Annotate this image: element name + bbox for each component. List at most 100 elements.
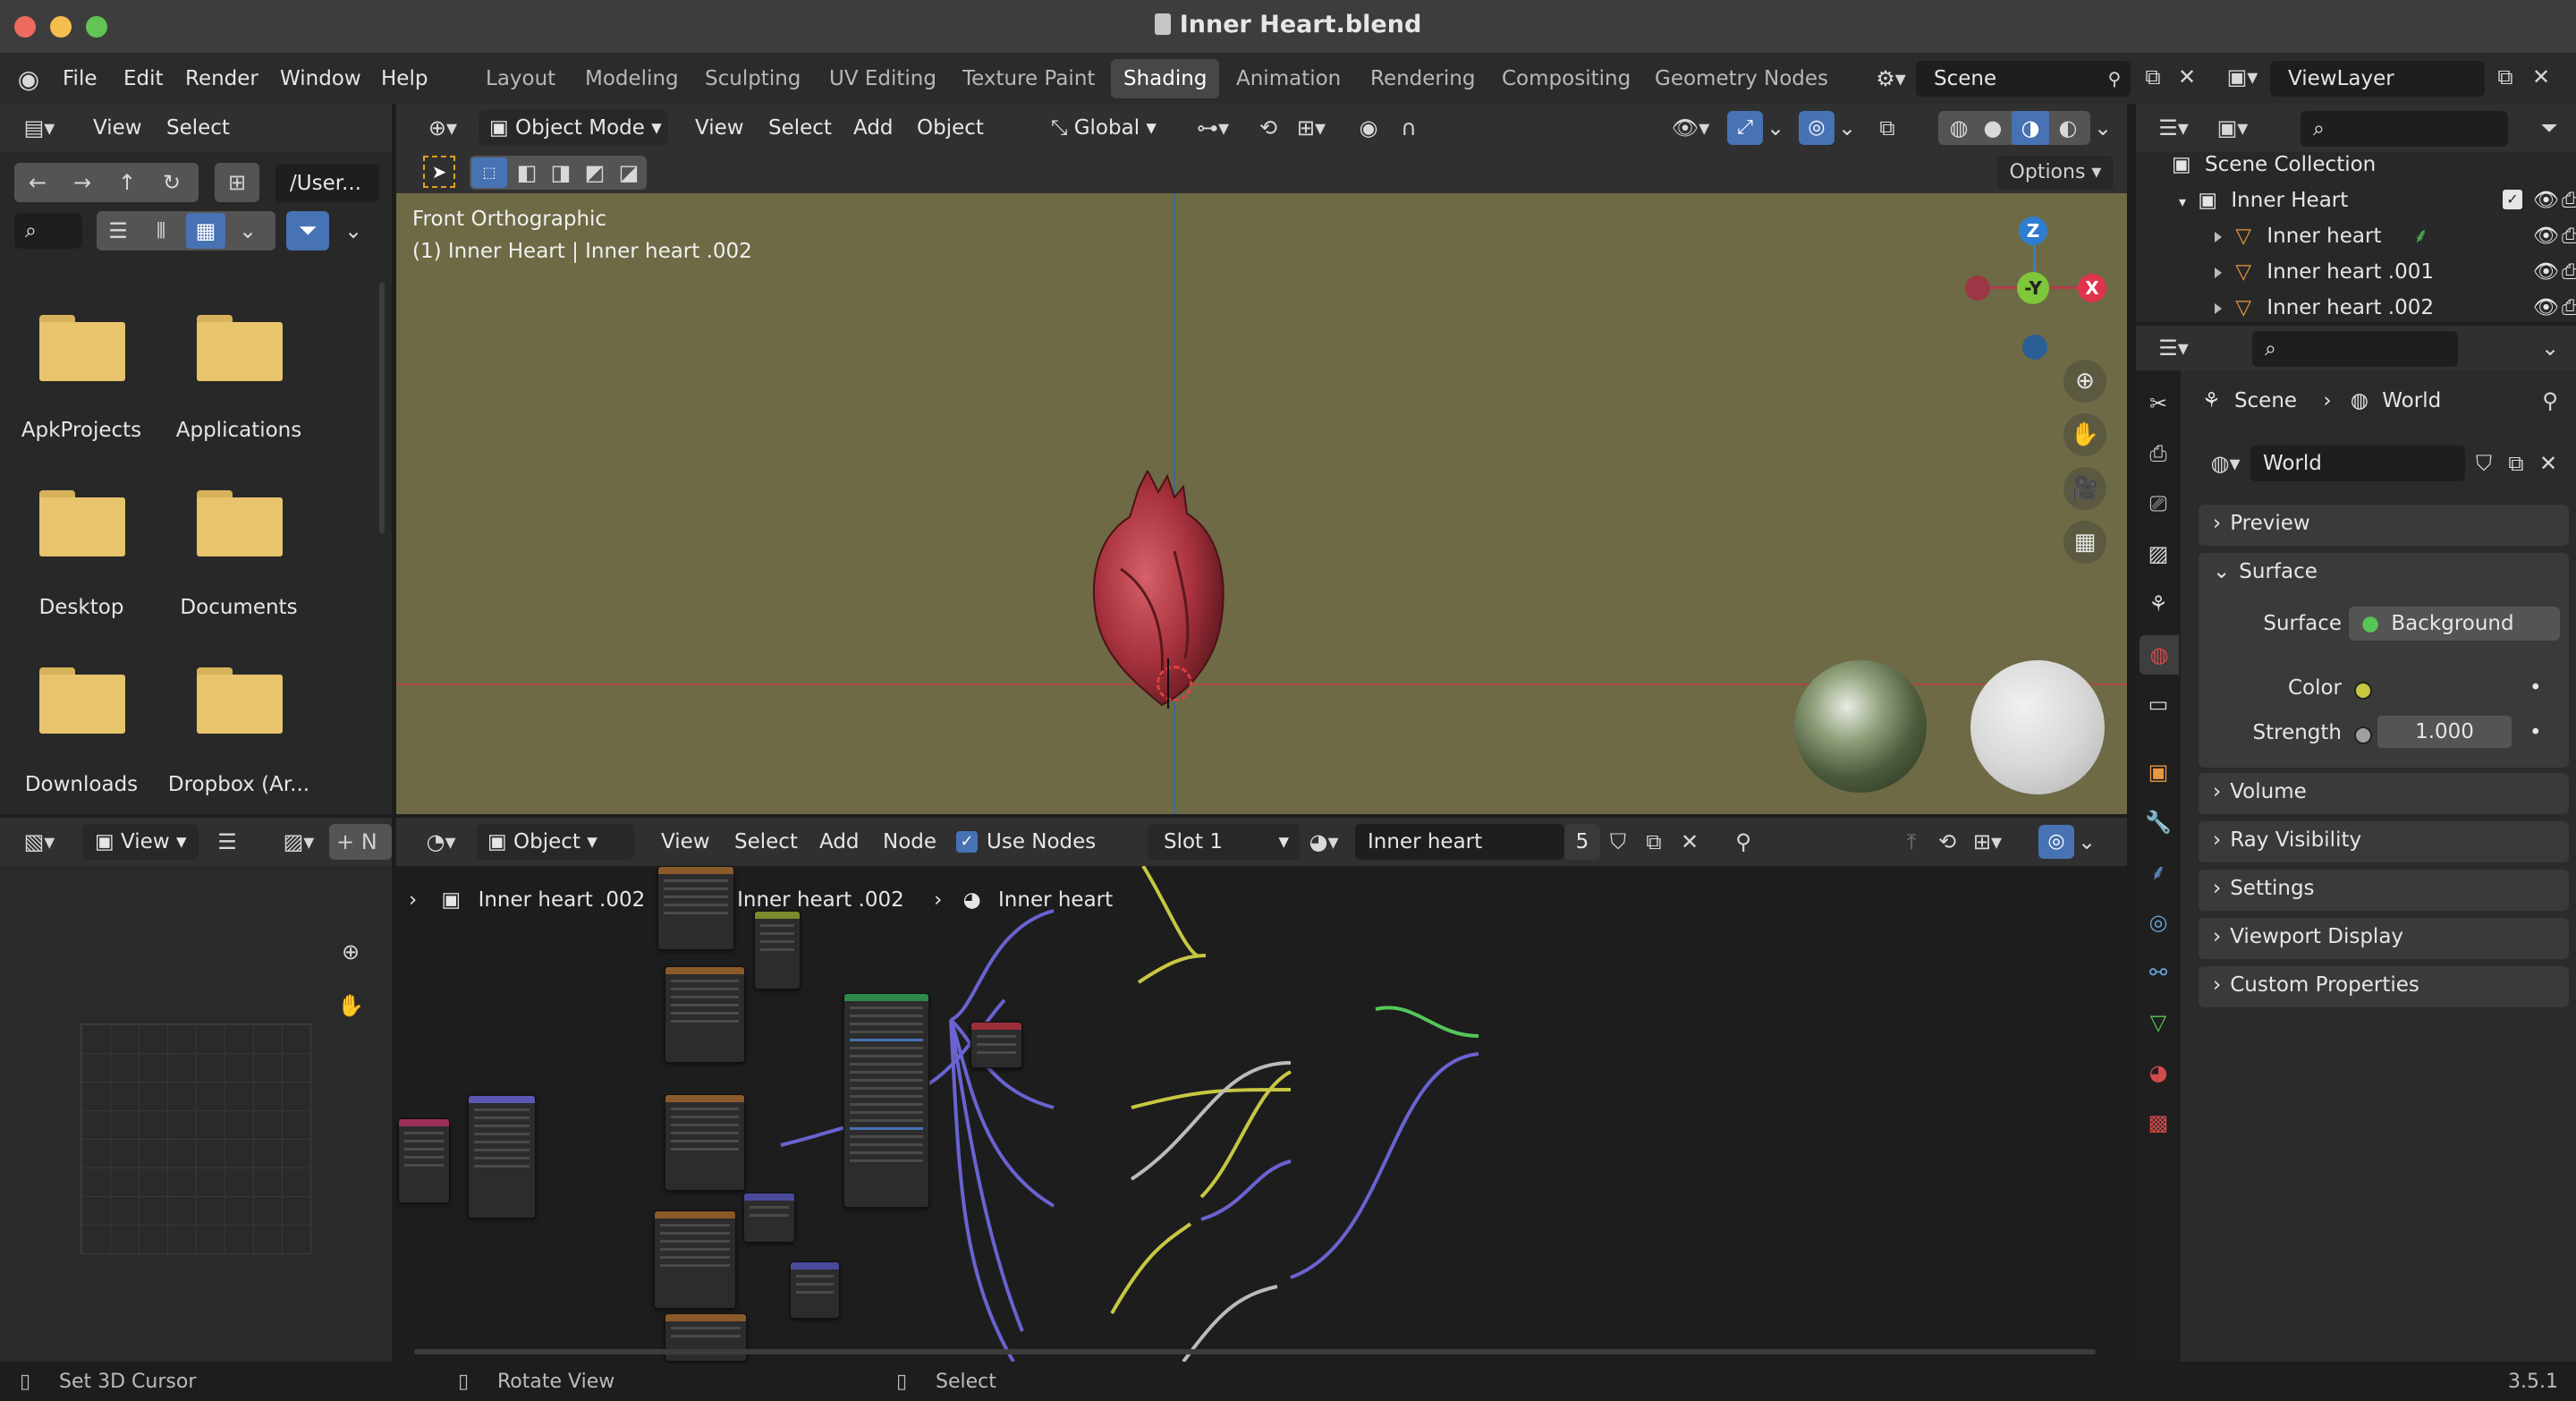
new-folder-button[interactable]: ⊞ — [215, 163, 259, 202]
file-item-label[interactable]: ApkProjects — [5, 419, 157, 442]
tab-texture-paint[interactable]: Texture Paint — [950, 59, 1107, 98]
options-dropdown[interactable]: Options ▾ — [1997, 156, 2114, 190]
list-horizontal-icon[interactable]: ⫴ — [143, 217, 179, 245]
list-vertical-icon[interactable]: ☰ — [100, 217, 136, 245]
world-browse-icon[interactable]: ◍▾ — [2200, 449, 2250, 478]
image-texture-node[interactable] — [657, 866, 734, 950]
bump-node[interactable] — [790, 1261, 840, 1319]
pin-icon[interactable]: ⚲ — [1727, 828, 1759, 855]
render-tab-icon[interactable]: ⎙ — [2143, 438, 2174, 469]
menu-help[interactable]: Help — [381, 54, 428, 104]
data-tab-icon[interactable]: ▽ — [2143, 1007, 2174, 1038]
back-icon[interactable]: ← — [18, 168, 57, 197]
documents-folder-icon[interactable] — [197, 490, 283, 556]
fake-user-shield-icon[interactable]: ⛉ — [1602, 828, 1634, 855]
editor-type-icon[interactable]: ◔▾ — [416, 828, 466, 855]
color-socket-icon[interactable] — [2354, 682, 2372, 700]
display-options-chevron-icon[interactable]: ⌄ — [234, 217, 261, 245]
scrollbar[interactable] — [379, 283, 385, 533]
menu-edit[interactable]: Edit — [123, 54, 164, 104]
material-name-field[interactable]: Inner heart — [1355, 824, 1564, 860]
outliner-row-scene-collection[interactable]: ▣ Scene Collection — [2172, 147, 2376, 183]
tab-uv-editing[interactable]: UV Editing — [817, 59, 949, 98]
world-name-field[interactable]: World — [2250, 446, 2465, 481]
outliner-row-object-active[interactable]: ▽ Inner heart .002 👁 ⎙ — [2215, 290, 2576, 322]
viewlayer-name-field[interactable]: ViewLayer — [2270, 61, 2485, 97]
camera-icon[interactable]: ⎙ — [2562, 218, 2576, 254]
eye-icon[interactable]: 👁 — [2533, 290, 2559, 322]
tab-animation[interactable]: Animation — [1224, 59, 1353, 98]
editor-type-icon[interactable]: ☰▾ — [2148, 115, 2199, 141]
parent-node-tree-icon[interactable]: ⤒ — [1895, 828, 1928, 855]
overlays-toggle-icon[interactable]: ◎ — [1799, 111, 1835, 145]
gizmo-toggle-icon[interactable]: ⤢ — [1727, 111, 1763, 145]
3d-cursor[interactable] — [1157, 666, 1192, 701]
solid-shading-icon[interactable]: ● — [1976, 115, 2010, 141]
texture-coordinate-node[interactable] — [398, 1118, 450, 1203]
camera-view-icon[interactable]: 🎥 — [2063, 467, 2106, 510]
tab-modeling[interactable]: Modeling — [572, 59, 691, 98]
image-texture-node[interactable] — [654, 1210, 736, 1309]
editor-type-icon[interactable]: ☰▾ — [2148, 335, 2199, 361]
node-menu-add[interactable]: Add — [819, 818, 860, 866]
navigation-gizmo[interactable]: Z -Y X — [1953, 200, 2114, 361]
tab-sculpting[interactable]: Sculpting — [692, 59, 813, 98]
tab-shading[interactable]: Shading — [1111, 59, 1220, 98]
gizmo-options-chevron-icon[interactable]: ⌄ — [1765, 115, 1786, 141]
unlink-material-icon[interactable]: ✕ — [1674, 828, 1706, 855]
normal-map-node[interactable] — [743, 1193, 795, 1243]
fake-user-shield-icon[interactable]: ⛉ — [2469, 449, 2499, 478]
xray-icon[interactable]: ⧉ — [1872, 115, 1902, 141]
editor-type-icon[interactable]: ⊕▾ — [418, 115, 468, 141]
unlink-world-icon[interactable]: ✕ — [2533, 449, 2563, 478]
use-nodes-checkbox[interactable]: ✓ — [956, 831, 978, 853]
delete-viewlayer-icon[interactable]: ✕ — [2528, 64, 2555, 89]
refresh-icon[interactable]: ↻ — [152, 168, 191, 197]
image-view-dropdown[interactable]: ▣ View ▾ — [82, 824, 199, 860]
invert-selection-icon[interactable]: ◩ — [579, 159, 611, 186]
view-layer-tab-icon[interactable]: ▨ — [2143, 539, 2174, 569]
node-menu-view[interactable]: View — [661, 818, 710, 866]
material-output-node[interactable] — [970, 1022, 1022, 1068]
modifier-tab-icon[interactable]: 🔧 — [2143, 807, 2174, 837]
outliner-search-field[interactable]: ⌕ — [2301, 111, 2508, 147]
axis-neg-x-icon[interactable] — [1965, 276, 1990, 301]
menu-icon[interactable]: ☰ — [211, 828, 243, 855]
forward-icon[interactable]: → — [63, 168, 102, 197]
modifier-icon[interactable]: ⸙ — [2413, 218, 2428, 254]
axis-x-icon[interactable]: X — [2078, 274, 2106, 302]
eye-icon[interactable]: 👁 — [2533, 183, 2559, 218]
material-tab-icon[interactable]: ◕ — [2143, 1057, 2174, 1088]
file-item-label[interactable]: Applications — [163, 419, 315, 442]
image-texture-node[interactable] — [665, 966, 745, 1063]
desktop-folder-icon[interactable] — [39, 490, 125, 556]
node-menu-node[interactable]: Node — [883, 818, 936, 866]
camera-icon[interactable]: ⎙ — [2562, 290, 2576, 322]
file-item-label[interactable]: Documents — [163, 596, 315, 619]
viewlayer-selector-icon[interactable]: ▣▾ — [2220, 64, 2265, 89]
options-chevron-icon[interactable]: ⌄ — [2537, 335, 2563, 361]
zoom-icon[interactable]: ⊕ — [333, 934, 369, 970]
viewport-menu-view[interactable]: View — [695, 104, 744, 152]
material-users-count[interactable]: 5 — [1564, 824, 1600, 860]
set-selection-icon[interactable]: ⬚ — [471, 157, 507, 188]
tab-layout[interactable]: Layout — [473, 59, 568, 98]
new-image-button[interactable]: + N — [329, 824, 392, 860]
filter-options-chevron-icon[interactable]: ⌄ — [340, 217, 367, 245]
outliner-row-object[interactable]: ▽ Inner heart ⸙ 👁 ⎙ — [2215, 218, 2576, 254]
axis-neg-z-icon[interactable] — [2022, 335, 2047, 360]
world-tab-icon[interactable]: ◍ — [2140, 635, 2179, 675]
transform-orientation-dropdown[interactable]: ⤡ Global ▾ — [1040, 110, 1174, 146]
axis-neg-y-icon[interactable]: -Y — [2017, 272, 2049, 304]
pin-icon[interactable]: ⚲ — [2104, 68, 2125, 89]
strength-socket-icon[interactable] — [2354, 726, 2372, 744]
new-scene-icon[interactable]: ⧉ — [2140, 64, 2166, 89]
principled-bsdf-node[interactable] — [843, 993, 929, 1208]
surface-panel-label[interactable]: ⌄ Surface — [2213, 560, 2318, 583]
display-mode-icon[interactable]: ▣▾ — [2207, 115, 2258, 141]
snap-icon[interactable]: ⟲ — [1931, 828, 1963, 855]
duplicate-world-icon[interactable]: ⧉ — [2501, 449, 2531, 478]
tool-tab-icon[interactable]: ✂ — [2143, 388, 2174, 419]
object-tab-icon[interactable]: ▣ — [2143, 757, 2174, 787]
scene-name-field[interactable]: Scene — [1916, 61, 2131, 97]
